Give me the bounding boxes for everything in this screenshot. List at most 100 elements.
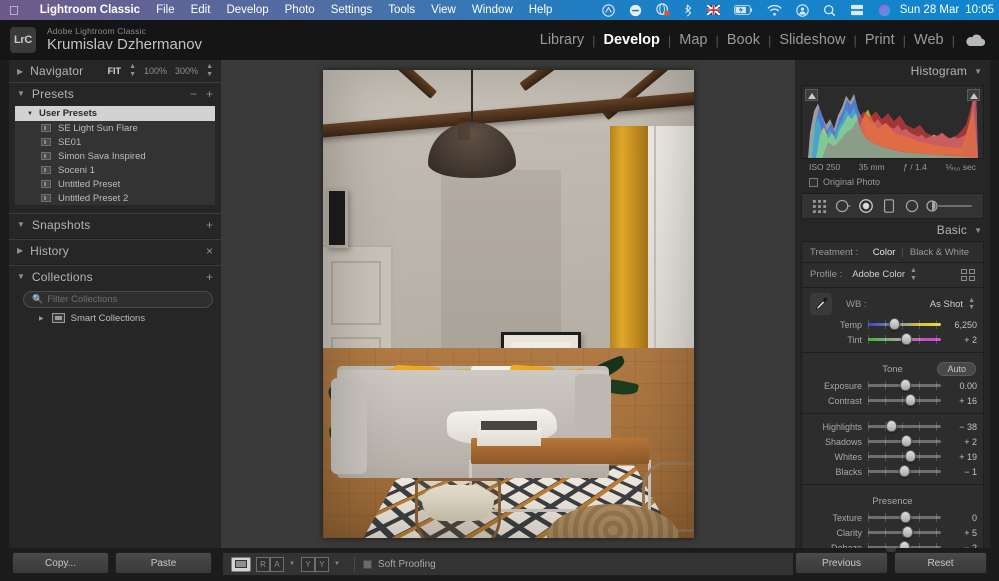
collections-panel-header[interactable]: ▼ Collections + xyxy=(9,265,221,287)
collections-add-button[interactable]: + xyxy=(206,270,213,284)
menu-item-window[interactable]: Window xyxy=(464,4,521,16)
masking-icon[interactable] xyxy=(880,197,898,215)
chevron-down-icon[interactable]: ▼ xyxy=(17,89,25,98)
module-print[interactable]: Print xyxy=(857,32,903,48)
slider-value[interactable]: + 2 xyxy=(947,335,977,345)
slider-knob[interactable] xyxy=(900,379,911,391)
profile-stepper-icon[interactable]: ▲▼ xyxy=(910,267,917,282)
globe-badge-icon[interactable] xyxy=(656,3,670,17)
bluetooth-icon[interactable] xyxy=(684,4,693,17)
slider-value[interactable]: + 16 xyxy=(947,396,977,406)
zoom-fit-stepper-icon[interactable]: ▲▼ xyxy=(129,63,136,78)
keyboard-flag-icon[interactable] xyxy=(707,5,720,15)
module-map[interactable]: Map xyxy=(671,32,715,48)
collections-filter-input[interactable]: 🔍 Filter Collections xyxy=(23,291,213,308)
slider-dehaze[interactable]: Dehaze − 2 xyxy=(802,540,983,548)
slider-temp[interactable]: Temp 6,250 xyxy=(802,317,983,332)
list-item[interactable]: Untitled Preset 2 xyxy=(15,191,215,205)
presets-remove-button[interactable]: − xyxy=(190,87,197,101)
before-after-left-right-button[interactable]: R A xyxy=(256,557,284,572)
chevron-down-icon[interactable]: ▼ xyxy=(27,111,33,117)
slider-knob[interactable] xyxy=(905,394,916,406)
menu-item-photo[interactable]: Photo xyxy=(277,4,323,16)
radial-filter-icon[interactable] xyxy=(903,197,921,215)
menu-item-tools[interactable]: Tools xyxy=(380,4,423,16)
module-book[interactable]: Book xyxy=(719,32,768,48)
slider-track[interactable] xyxy=(868,527,941,538)
spot-removal-icon[interactable] xyxy=(834,197,852,215)
display-icon[interactable] xyxy=(850,4,864,16)
copy-button[interactable]: Copy... xyxy=(12,552,109,574)
slider-knob[interactable] xyxy=(900,511,911,523)
identity-plate[interactable]: Adobe Lightroom Classic Krumislav Dzherm… xyxy=(47,27,202,54)
left-panel-collapse-handle[interactable] xyxy=(0,60,9,548)
histogram-panel-header[interactable]: Histogram ▼ xyxy=(795,60,990,82)
slider-value[interactable]: 0 xyxy=(947,513,977,523)
profile-browser-icon[interactable] xyxy=(961,269,975,281)
reset-button[interactable]: Reset xyxy=(894,552,987,574)
module-slideshow[interactable]: Slideshow xyxy=(771,32,853,48)
menu-item-settings[interactable]: Settings xyxy=(323,4,381,16)
snapshots-panel-header[interactable]: ▼ Snapshots + xyxy=(9,213,221,235)
battery-charging-icon[interactable] xyxy=(734,5,753,15)
presets-add-button[interactable]: + xyxy=(206,87,213,101)
slider-highlights[interactable]: Highlights − 38 xyxy=(802,419,983,434)
right-panel-collapse-handle[interactable] xyxy=(990,60,999,548)
chevron-right-icon[interactable]: ▶ xyxy=(17,67,23,76)
user-circle-icon[interactable] xyxy=(796,4,809,17)
slider-track[interactable] xyxy=(868,421,941,432)
menu-item-edit[interactable]: Edit xyxy=(183,4,219,16)
menubar-clock[interactable]: 10:05 xyxy=(965,4,994,16)
white-balance-selector-icon[interactable] xyxy=(810,293,832,315)
navigator-panel-header[interactable]: ▶ Navigator FIT ▲▼ 100% 300% ▲▼ xyxy=(9,60,221,82)
slider-knob[interactable] xyxy=(902,526,913,538)
slider-contrast[interactable]: Contrast + 16 xyxy=(802,393,983,408)
checkbox-icon[interactable] xyxy=(363,560,372,569)
cloud-sync-icon[interactable] xyxy=(955,34,993,47)
slider-value[interactable]: 6,250 xyxy=(947,320,977,330)
chevron-down-icon[interactable]: ▼ xyxy=(17,220,25,229)
photo-loupe-view[interactable] xyxy=(323,70,694,538)
list-item[interactable]: SE01 xyxy=(15,135,215,149)
siri-icon[interactable] xyxy=(878,4,891,17)
presets-panel-header[interactable]: ▼ Presets − + xyxy=(9,82,221,104)
slider-blacks[interactable]: Blacks − 1 xyxy=(802,464,983,479)
slider-track[interactable] xyxy=(868,334,941,345)
wb-value[interactable]: As Shot xyxy=(930,299,963,310)
wb-stepper-icon[interactable]: ▲▼ xyxy=(968,297,975,312)
slider-value[interactable]: − 38 xyxy=(947,422,977,432)
zoom-level-stepper-icon[interactable]: ▲▼ xyxy=(206,63,213,78)
preset-group-user-presets[interactable]: ▼ User Presets xyxy=(15,106,215,121)
slider-track[interactable] xyxy=(868,395,941,406)
module-library[interactable]: Library xyxy=(532,32,592,48)
history-clear-button[interactable]: × xyxy=(206,244,213,258)
crop-overlay-icon[interactable] xyxy=(811,197,829,215)
slider-texture[interactable]: Texture 0 xyxy=(802,510,983,525)
loupe-view-icon[interactable] xyxy=(231,557,251,572)
apple-icon[interactable]:  xyxy=(9,4,19,17)
slider-track[interactable] xyxy=(868,451,941,462)
slider-value[interactable]: + 2 xyxy=(947,437,977,447)
slider-value[interactable]: 0.00 xyxy=(947,381,977,391)
auto-tone-button[interactable]: Auto xyxy=(937,362,976,376)
slider-value[interactable]: + 19 xyxy=(947,452,977,462)
slider-knob[interactable] xyxy=(899,465,910,477)
chevron-right-icon[interactable]: ▶ xyxy=(17,246,23,255)
menubar-date[interactable]: Sun 28 Mar xyxy=(900,4,959,16)
menu-item-view[interactable]: View xyxy=(423,4,464,16)
module-develop[interactable]: Develop xyxy=(595,32,667,48)
menu-item-help[interactable]: Help xyxy=(521,4,561,16)
slider-track[interactable] xyxy=(868,380,941,391)
paste-button[interactable]: Paste xyxy=(115,552,212,574)
list-item[interactable]: Untitled Preset xyxy=(15,177,215,191)
slider-value[interactable]: + 5 xyxy=(947,528,977,538)
original-photo-checkbox[interactable]: Original Photo xyxy=(801,173,984,191)
red-eye-icon[interactable] xyxy=(857,197,875,215)
menu-item-file[interactable]: File xyxy=(148,4,183,16)
zoom-100[interactable]: 100% xyxy=(144,66,167,76)
treatment-color-option[interactable]: Color xyxy=(867,247,902,258)
histogram-graph[interactable] xyxy=(801,85,984,159)
dropbox-icon[interactable] xyxy=(602,4,615,17)
treatment-bw-option[interactable]: Black & White xyxy=(904,247,975,258)
chevron-down-icon[interactable]: ▼ xyxy=(17,272,25,281)
